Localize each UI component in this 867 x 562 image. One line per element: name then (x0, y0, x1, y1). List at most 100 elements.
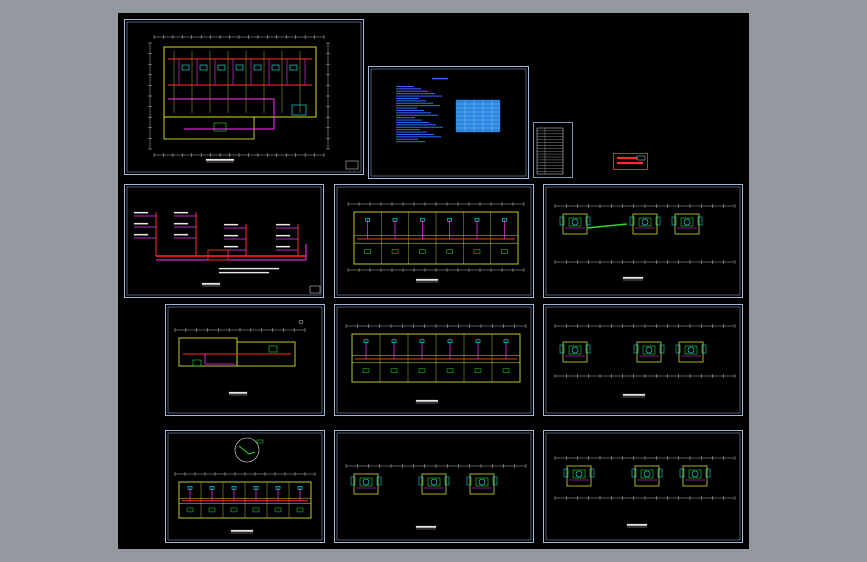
riser-label (173, 222, 189, 225)
note-line (395, 117, 416, 119)
unit-outline (682, 465, 708, 487)
stair (291, 104, 307, 116)
floor-plan-drawing-4 (334, 304, 534, 416)
note-line (395, 126, 444, 128)
detail-fixture (256, 439, 264, 444)
balcony (657, 468, 663, 478)
fixture (446, 249, 453, 254)
system-diagram-drawing (124, 184, 324, 298)
floor-plan-sheet-2[interactable] (334, 184, 534, 298)
title-block (309, 285, 321, 294)
floor-plan-sheet-5[interactable] (165, 430, 325, 543)
note-line (395, 141, 426, 143)
building-outline (163, 46, 317, 118)
fixture (268, 345, 278, 353)
unit-plan-sheet-4[interactable] (543, 430, 743, 543)
note-line (395, 131, 428, 133)
legend-table-drawing (533, 122, 573, 178)
note-line (395, 124, 437, 126)
balcony (671, 216, 677, 226)
ground-floor-plan-sheet[interactable] (124, 19, 364, 175)
unit-outline (421, 473, 447, 495)
sheet-inner-border (126, 21, 362, 173)
fixture (192, 359, 202, 367)
unit-outline (678, 341, 704, 363)
riser-label (275, 234, 291, 237)
ground-floor-plan-drawing (124, 19, 364, 175)
balcony (659, 344, 665, 354)
unit-outline (353, 473, 379, 495)
pump-room (213, 122, 227, 132)
wing-outline (178, 337, 238, 367)
note-line (395, 119, 423, 121)
unit-plan-sheet-1[interactable] (543, 184, 743, 298)
note-line (395, 93, 436, 95)
cad-model-space[interactable] (118, 13, 749, 549)
riser-label (133, 233, 149, 236)
unit-plan-sheet-2[interactable] (543, 304, 743, 416)
system-diagram-sheet[interactable] (124, 184, 324, 298)
riser-label (173, 233, 189, 236)
floor-plan-drawing-5 (165, 430, 325, 543)
note-line (395, 129, 421, 131)
unit-fixture (683, 218, 691, 226)
fixture (390, 368, 398, 373)
sheet-inner-border (370, 68, 527, 177)
unit-plan-sheet-3[interactable] (334, 430, 534, 543)
unit-outline (562, 341, 588, 363)
fixture (253, 64, 262, 71)
unit-fixture (571, 218, 579, 226)
fixture (217, 64, 226, 71)
design-notes-sheet[interactable] (368, 66, 529, 179)
drawing-caption (622, 276, 644, 279)
unit-fixture (643, 470, 651, 478)
stamp-text (616, 156, 638, 160)
unit-fixture (571, 346, 579, 354)
note-line (395, 136, 442, 138)
unit-plan-drawing-2 (543, 304, 743, 416)
drawing-caption (205, 158, 235, 161)
note-line (395, 90, 429, 92)
fixture (230, 507, 238, 513)
legend-table (536, 127, 564, 175)
drawing-caption (415, 525, 437, 528)
sheet-border (368, 66, 529, 179)
sheet-border (543, 430, 743, 543)
legend-table-sheet[interactable] (533, 122, 573, 178)
design-notes-drawing (368, 66, 529, 179)
unit-plan-drawing-4 (543, 430, 743, 543)
balcony (589, 468, 595, 478)
riser-label (223, 223, 239, 226)
fixture (235, 64, 244, 71)
notes-heading (431, 77, 449, 80)
branch-pipe (204, 354, 235, 365)
stamp-box (636, 155, 646, 161)
sheet-border (124, 184, 324, 298)
balcony (563, 468, 569, 478)
sheet-inner-border (167, 306, 323, 414)
fixture (473, 249, 481, 254)
sheet-border (543, 184, 743, 298)
riser-label (223, 245, 239, 248)
title-stamp[interactable] (613, 153, 648, 170)
north-arrow (298, 319, 304, 325)
sheet-border (334, 304, 534, 416)
unit-outline (566, 465, 592, 487)
riser-label (223, 234, 239, 237)
drawing-caption (626, 523, 648, 526)
balcony (629, 216, 635, 226)
fixture (474, 368, 482, 373)
fixture (362, 368, 370, 373)
note-line (395, 105, 441, 107)
detail-pipe (238, 445, 256, 455)
diagram-note (218, 271, 270, 274)
floor-plan-sheet-3[interactable] (165, 304, 325, 416)
floor-plan-sheet-4[interactable] (334, 304, 534, 416)
unit-fixture (645, 346, 653, 354)
drawing-caption (622, 393, 646, 396)
unit-outline (636, 341, 662, 363)
note-line (395, 107, 418, 109)
unit-fixture (691, 470, 699, 478)
fixture (181, 64, 190, 71)
riser-label (275, 245, 291, 248)
